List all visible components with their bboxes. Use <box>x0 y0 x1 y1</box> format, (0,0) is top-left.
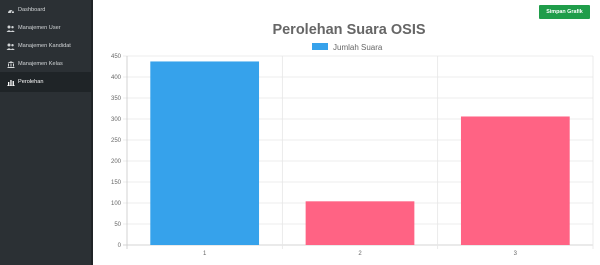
sidebar-item-label: Manajemen User <box>18 25 61 31</box>
vote-chart: Perolehan Suara OSIS Jumlah Suara 0 50 100… <box>111 22 594 257</box>
sidebar: Dashboard Manajemen User Manajemen Kandi… <box>0 0 93 265</box>
sidebar-item-label: Perolehan <box>18 79 44 85</box>
users-icon <box>6 24 15 33</box>
bar-1 <box>150 61 260 246</box>
bank-icon <box>6 60 15 69</box>
y-tick-label: 450 <box>111 54 122 60</box>
legend-label: Jumlah Suara <box>333 43 383 52</box>
sidebar-item-label: Manajemen Kelas <box>18 61 63 67</box>
sidebar-item-manajemen-user[interactable]: Manajemen User <box>0 18 91 38</box>
y-axis-ticks: 0 50 100 150 200 250 300 350 400 450 <box>111 54 122 249</box>
x-tick-label: 3 <box>514 251 518 257</box>
chart-title: Perolehan Suara OSIS <box>272 22 425 38</box>
y-tick-label: 0 <box>118 243 122 249</box>
chart-bars <box>150 61 570 246</box>
y-tick-label: 100 <box>111 201 122 207</box>
y-tick-label: 50 <box>114 222 121 228</box>
sidebar-item-label: Manajemen Kandidat <box>18 43 71 49</box>
x-axis-ticks: 1 2 3 <box>203 251 518 257</box>
y-tick-label: 300 <box>111 117 122 123</box>
bar-chart-icon <box>6 78 15 87</box>
main-content: Simpan Grafik Perolehan Suara OSIS Jumla… <box>95 0 600 265</box>
sidebar-item-label: Dashboard <box>18 7 46 13</box>
y-tick-label: 200 <box>111 159 122 165</box>
sidebar-item-manajemen-kandidat[interactable]: Manajemen Kandidat <box>0 36 91 56</box>
sidebar-item-dashboard[interactable]: Dashboard <box>0 0 91 20</box>
x-tick-label: 2 <box>358 251 362 257</box>
y-tick-label: 400 <box>111 75 122 81</box>
bar-2 <box>305 201 415 245</box>
y-tick-label: 150 <box>111 180 122 186</box>
y-tick-label: 350 <box>111 96 122 102</box>
y-tick-label: 250 <box>111 138 122 144</box>
x-tick-label: 1 <box>203 251 207 257</box>
users-icon <box>6 42 15 51</box>
legend-swatch <box>312 43 328 50</box>
dashboard-icon <box>6 6 15 15</box>
sidebar-item-perolehan[interactable]: Perolehan <box>0 72 91 92</box>
bar-3 <box>460 116 570 245</box>
sidebar-item-manajemen-kelas[interactable]: Manajemen Kelas <box>0 54 91 74</box>
